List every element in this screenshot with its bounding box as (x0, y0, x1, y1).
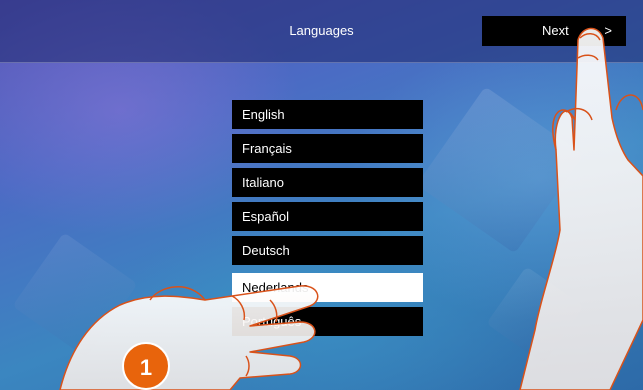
step-number-badge: 1 (122, 342, 170, 390)
background-cube (486, 266, 584, 364)
language-item-deutsch[interactable]: Deutsch (232, 236, 423, 265)
language-item-english[interactable]: English (232, 100, 423, 129)
background-cube (416, 86, 584, 254)
language-item-italiano[interactable]: Italiano (232, 168, 423, 197)
language-item-francais[interactable]: Français (232, 134, 423, 163)
chevron-right-icon: > (604, 23, 612, 38)
language-selection-screen: Languages Next > English Français Italia… (0, 0, 643, 390)
background-cube (12, 232, 138, 358)
language-item-portugues[interactable]: Português (232, 307, 423, 336)
language-item-espanol[interactable]: Español (232, 202, 423, 231)
next-button[interactable]: Next > (482, 16, 626, 46)
next-button-label: Next (542, 23, 569, 38)
language-item-nederlands[interactable]: Nederlands (232, 273, 423, 302)
